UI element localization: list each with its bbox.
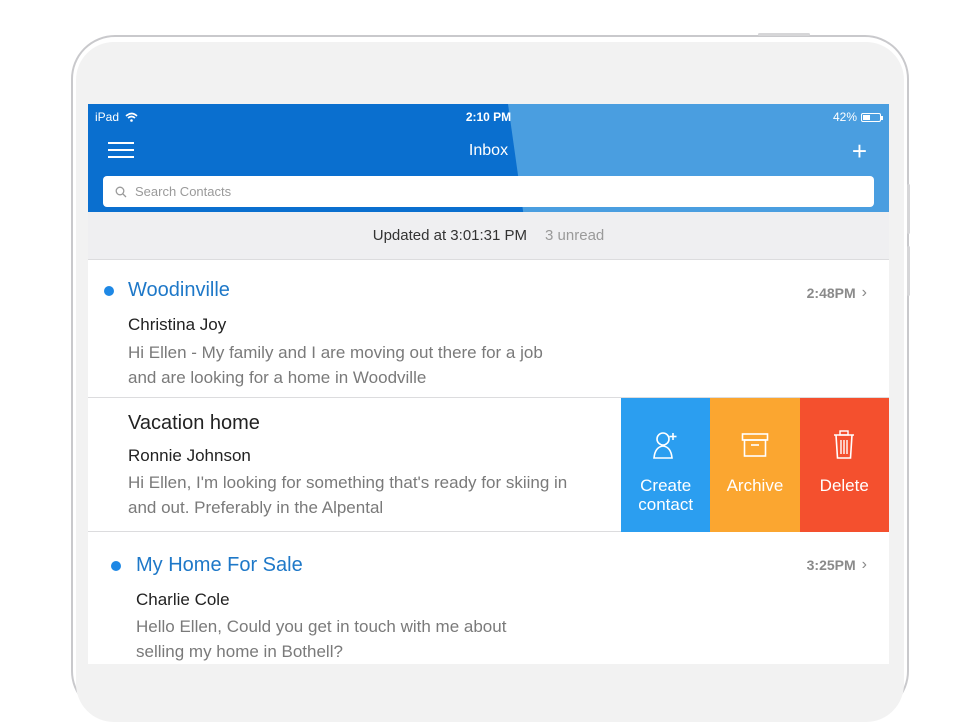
create-contact-button[interactable]: Create contact (621, 398, 711, 532)
unread-dot (104, 286, 114, 296)
message-subject: Woodinville (128, 279, 230, 301)
chevron-right-icon: › (861, 284, 867, 301)
chevron-right-icon: › (861, 556, 867, 573)
message-time: 2:48PM › (807, 284, 867, 302)
archive-icon (741, 433, 769, 457)
battery-icon (861, 112, 883, 122)
volume-button (907, 184, 910, 234)
create-contact-label: Create contact (638, 476, 694, 514)
status-right: 42% (832, 110, 883, 124)
delete-label: Delete (819, 476, 869, 495)
delete-icon-wrap (832, 428, 856, 462)
add-contact-icon (652, 432, 677, 459)
volume-button-lower (907, 246, 910, 296)
updated-strip: Updated at 3:01:31 PM 3 unread (88, 212, 889, 260)
delete-button[interactable]: Delete (799, 398, 889, 532)
battery-percent: 42% (832, 110, 857, 124)
add-icon[interactable]: + (852, 136, 867, 167)
message-preview: Hello Ellen, Could you get in touch with… (136, 617, 507, 661)
message-preview: Hi Ellen, I'm looking for something that… (128, 473, 568, 517)
search-bar[interactable] (103, 176, 874, 207)
message-item[interactable]: Woodinville 2:48PM › Christina Joy Hi El… (88, 260, 889, 398)
archive-button[interactable]: Archive (710, 398, 800, 532)
message-time: 3:25PM › (807, 556, 867, 574)
updated-time: Updated at 3:01:31 PM (372, 227, 528, 244)
swipe-actions: Create contact Archive Delete (621, 398, 889, 532)
app-header: iPad 2:10 PM 42% Inbox + (88, 104, 889, 212)
create-icon-wrap (651, 428, 681, 462)
message-preview: Hi Ellen - My family and I are moving ou… (128, 343, 543, 387)
page-title: Inbox (468, 142, 509, 159)
app-screen: iPad 2:10 PM 42% Inbox + Search Contacts… (88, 104, 889, 664)
message-sender: Christina Joy (128, 315, 227, 334)
message-subject: My Home For Sale (136, 554, 303, 576)
message-item[interactable]: My Home For Sale 3:25PM › Charlie Cole H… (88, 532, 889, 664)
nav-bar: Inbox + (88, 136, 889, 166)
search-icon (115, 186, 127, 197)
archive-label: Archive (726, 476, 784, 495)
status-time: 2:10 PM (465, 110, 512, 124)
message-sender: Ronnie Johnson (128, 446, 251, 465)
message-subject: Vacation home (128, 412, 260, 434)
status-bar: iPad 2:10 PM 42% (88, 104, 889, 128)
unread-dot (111, 561, 121, 571)
trash-icon (834, 430, 855, 459)
message-time-text: 2:48PM (806, 285, 856, 301)
message-time-text: 3:25PM (806, 557, 856, 573)
message-sender: Charlie Cole (136, 590, 230, 609)
power-button (758, 33, 810, 36)
archive-icon-wrap (741, 428, 769, 462)
search-input[interactable] (133, 183, 837, 200)
unread-count: 3 unread (545, 227, 605, 244)
